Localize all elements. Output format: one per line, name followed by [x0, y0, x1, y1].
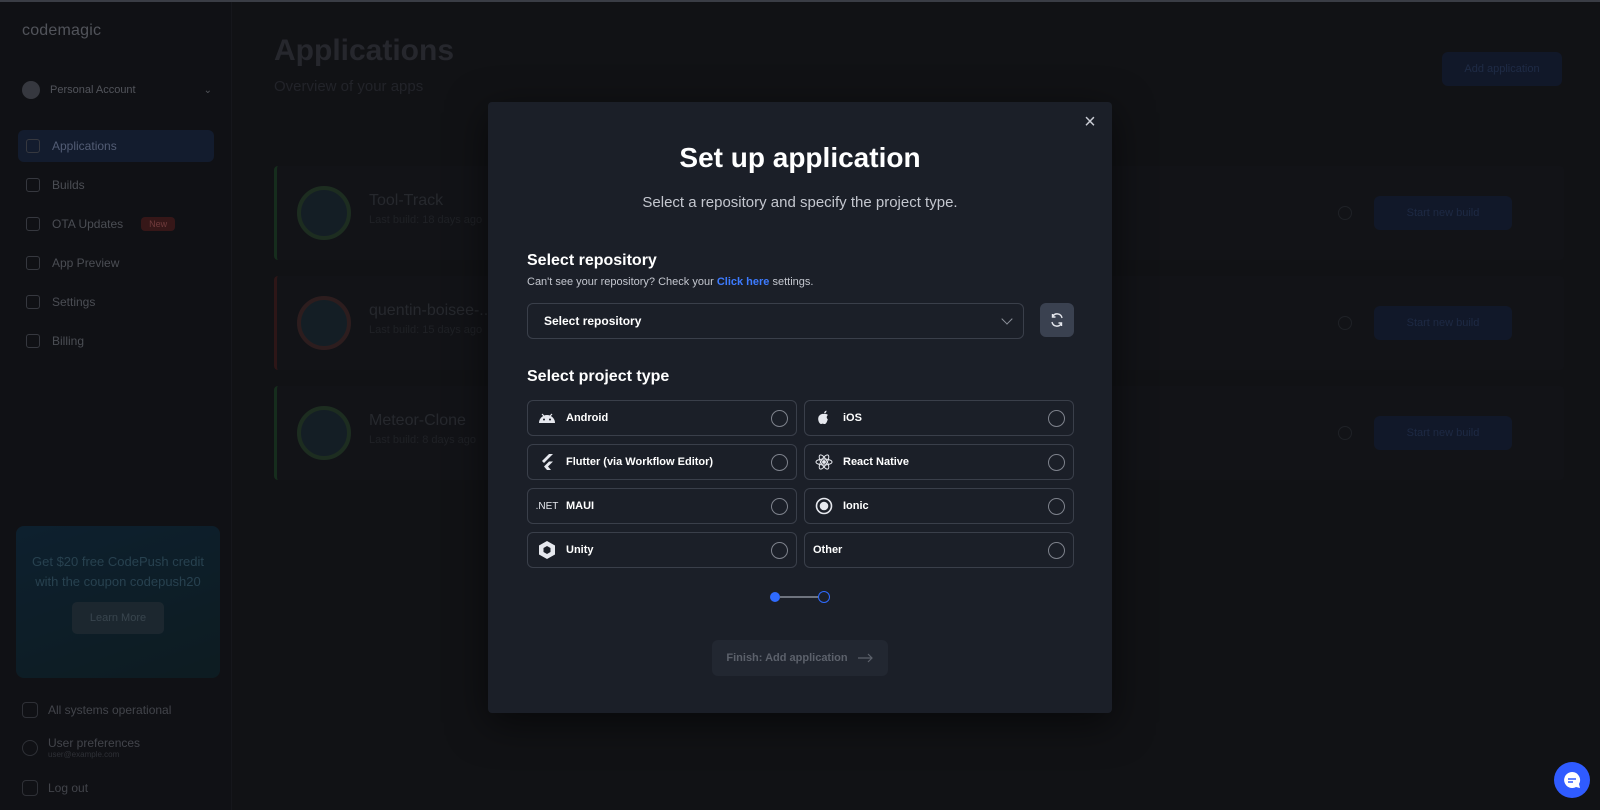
- unity-icon: [536, 539, 558, 561]
- radio-button[interactable]: [1048, 542, 1065, 559]
- project-type-label: iOS: [843, 412, 862, 424]
- apple-icon: [813, 407, 835, 429]
- project-type-unity[interactable]: Unity: [527, 532, 797, 568]
- hint-prefix: Can't see your repository? Check your: [527, 276, 717, 288]
- project-type-react-native[interactable]: React Native: [804, 444, 1074, 480]
- radio-button[interactable]: [1048, 454, 1065, 471]
- hint-suffix: settings.: [769, 276, 814, 288]
- select-project-type-heading: Select project type: [527, 368, 670, 385]
- project-type-label: Android: [566, 412, 609, 424]
- project-type-label: React Native: [843, 456, 910, 468]
- project-type-flutter[interactable]: Flutter (via Workflow Editor): [527, 444, 797, 480]
- radio-button[interactable]: [771, 410, 788, 427]
- react-icon: [813, 451, 835, 473]
- finish-add-application-button[interactable]: Finish: Add application: [712, 640, 888, 676]
- chat-support-button[interactable]: [1554, 762, 1590, 798]
- project-type-label: Ionic: [843, 500, 869, 512]
- step-1-dot: [770, 592, 780, 602]
- repository-select[interactable]: Select repository: [527, 303, 1024, 339]
- modal-title: Set up application: [679, 142, 921, 173]
- project-type-label: Unity: [566, 544, 594, 556]
- radio-button[interactable]: [1048, 498, 1065, 515]
- step-connector: [780, 596, 818, 598]
- project-type-ios[interactable]: iOS: [804, 400, 1074, 436]
- ionic-icon: [813, 495, 835, 517]
- refresh-icon: [1051, 313, 1063, 327]
- dotnet-icon: .NET: [535, 500, 559, 512]
- project-type-maui[interactable]: .NET MAUI: [527, 488, 797, 524]
- project-type-label: MAUI: [566, 500, 595, 512]
- repository-select-value: Select repository: [544, 314, 642, 328]
- project-type-ionic[interactable]: Ionic: [804, 488, 1074, 524]
- project-type-other[interactable]: Other: [804, 532, 1074, 568]
- project-type-label: Flutter (via Workflow Editor): [566, 456, 714, 468]
- select-repository-heading: Select repository: [527, 252, 657, 269]
- repository-hint: Can't see your repository? Check your Cl…: [527, 276, 813, 288]
- flutter-icon: [536, 451, 558, 473]
- project-type-label: Other: [813, 544, 843, 556]
- chat-icon: [1564, 771, 1581, 788]
- setup-application-modal: × Set up application Select a repository…: [488, 102, 1112, 713]
- modal-subtitle: Select a repository and specify the proj…: [642, 194, 958, 211]
- radio-button[interactable]: [1048, 410, 1065, 427]
- project-type-android[interactable]: Android: [527, 400, 797, 436]
- step-2-dot: [818, 591, 830, 603]
- arrow-right-icon: [857, 653, 873, 663]
- finish-label: Finish: Add application: [726, 652, 848, 664]
- radio-button[interactable]: [771, 454, 788, 471]
- radio-button[interactable]: [771, 498, 788, 515]
- android-icon: [536, 407, 558, 429]
- refresh-button[interactable]: [1040, 303, 1074, 337]
- close-icon[interactable]: ×: [1078, 110, 1102, 134]
- app-root: codemagic Personal Account ⌄ Application…: [0, 0, 1600, 810]
- step-indicator: [770, 590, 830, 604]
- radio-button[interactable]: [771, 542, 788, 559]
- click-here-link[interactable]: Click here: [717, 276, 770, 288]
- chevron-down-icon: [1001, 313, 1013, 325]
